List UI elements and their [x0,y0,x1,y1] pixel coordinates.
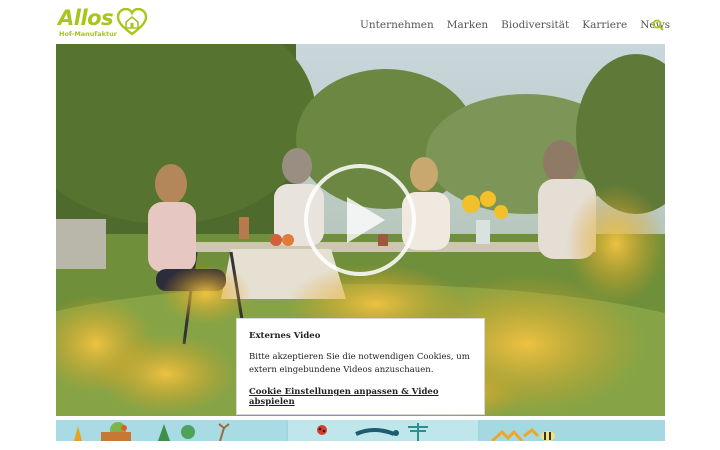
search-icon[interactable] [652,19,664,31]
nav-item-unternehmen[interactable]: Unternehmen [360,19,434,31]
nav-item-karriere[interactable]: Karriere [582,19,627,31]
site-header: Allos Hof-Manufaktur Unternehmen Marken … [0,0,720,44]
nav-item-marken[interactable]: Marken [447,19,488,31]
consent-title: Externes Video [249,331,321,341]
logo-wordmark: Allos [58,6,114,30]
play-icon[interactable] [301,161,419,279]
main-nav: Unternehmen Marken Biodiversität Karrier… [360,19,670,31]
consent-text: Bitte akzeptieren Sie die notwendigen Co… [249,352,470,375]
cookie-consent-overlay: Externes Video Bitte akzeptieren Sie die… [236,318,485,415]
heart-house-icon [116,8,148,36]
allos-logo[interactable]: Allos Hof-Manufaktur [58,6,150,38]
biodiversity-illustration [56,420,665,441]
illustration-banner [56,420,665,441]
logo-tagline: Hof-Manufaktur [59,30,117,38]
nav-item-biodiversitaet[interactable]: Biodiversität [501,19,569,31]
cookie-settings-link[interactable]: Cookie Einstellungen anpassen & Video ab… [249,387,472,407]
